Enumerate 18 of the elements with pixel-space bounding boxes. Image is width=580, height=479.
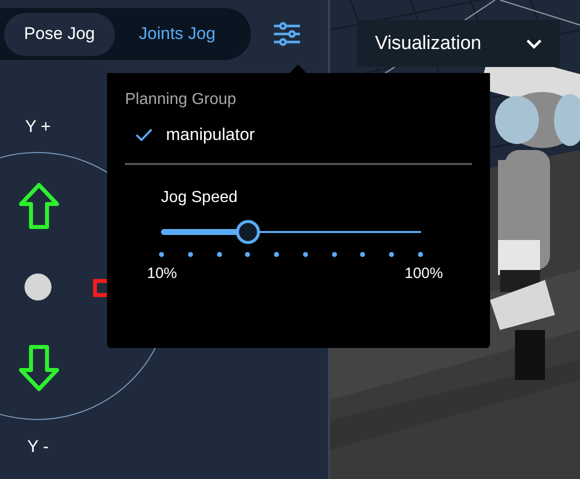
axis-label: Y +: [24, 117, 52, 137]
sliders-icon[interactable]: [273, 22, 302, 46]
center-dot-icon[interactable]: [24, 273, 52, 301]
view-dropdown[interactable]: Visualization: [357, 20, 560, 67]
chevron-down-icon: [526, 38, 542, 48]
mode-tab[interactable]: Joints Jog: [118, 12, 236, 56]
slider-label: Jog Speed: [161, 189, 239, 207]
up-arrow-icon[interactable]: [18, 182, 60, 230]
down-arrow-icon[interactable]: [18, 344, 60, 392]
slider-thumb[interactable]: [236, 220, 260, 244]
section-title: Planning Group: [125, 91, 238, 109]
min-label: 10%: [147, 265, 178, 282]
max-label: 100%: [404, 265, 443, 282]
dropdown-value: Visualization: [375, 32, 482, 54]
mode-tab[interactable]: Pose Jog: [4, 12, 115, 56]
speed-slider[interactable]: [161, 220, 421, 244]
group-option[interactable]: manipulator: [125, 109, 472, 145]
axis-label: Y -: [26, 437, 50, 457]
